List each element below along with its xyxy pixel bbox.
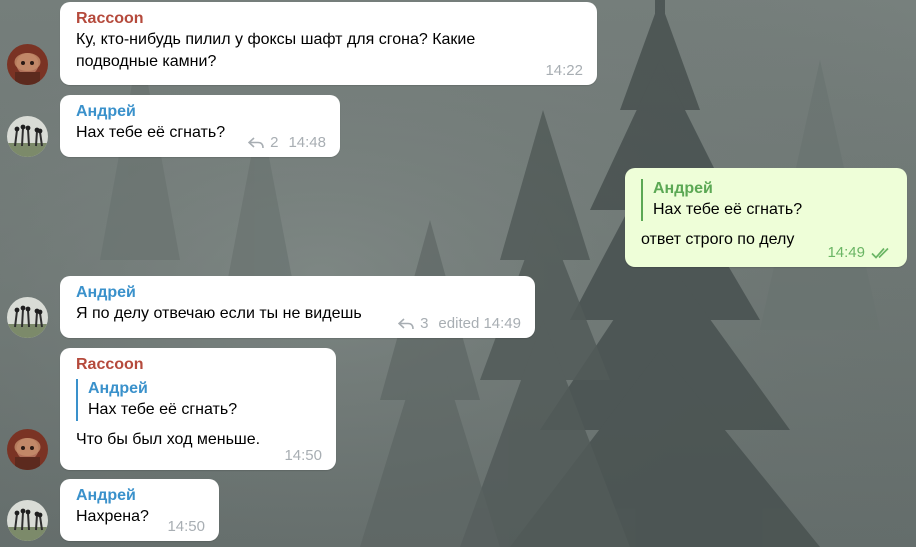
message-bubble[interactable]: Андрей Нахрена? 14:50 <box>60 479 219 541</box>
message-meta: 14:50 <box>284 447 322 464</box>
message-meta: 2 14:48 <box>248 134 326 151</box>
avatar[interactable] <box>7 429 48 470</box>
quote-sender: Андрей <box>653 180 713 197</box>
message-bubble[interactable]: Андрей Я по делу отвечаю если ты не виде… <box>60 276 535 338</box>
sender-name[interactable]: Андрей <box>76 102 326 122</box>
avatar[interactable] <box>7 500 48 541</box>
message-time: edited 14:49 <box>438 315 521 332</box>
message-bubble[interactable]: Raccoon Ку, кто-нибудь пилил у фоксы шаф… <box>60 2 597 85</box>
message-meta: 3 edited 14:49 <box>398 315 521 332</box>
reply-count[interactable]: 2 <box>270 134 278 151</box>
quote-text: Нах тебе её сгнать? <box>88 401 238 418</box>
message-time: 14:50 <box>167 518 205 535</box>
reply-quote[interactable]: Андрей Нах тебе её сгнать? <box>76 379 322 421</box>
sender-name[interactable]: Андрей <box>76 486 205 506</box>
reply-quote[interactable]: Андрей Нах тебе её сгнать? <box>641 179 893 221</box>
message-meta: 14:50 <box>167 518 205 535</box>
message-meta: 14:22 <box>545 62 583 79</box>
message-meta: 14:49 <box>827 244 893 261</box>
outgoing-message-bubble[interactable]: Андрей Нах тебе её сгнать? ответ строго … <box>625 168 907 267</box>
message-time: 14:48 <box>288 134 326 151</box>
reply-icon[interactable] <box>248 136 264 149</box>
message-time: 14:49 <box>827 244 865 261</box>
reply-icon[interactable] <box>398 317 414 330</box>
sender-name[interactable]: Андрей <box>76 283 521 303</box>
avatar[interactable] <box>7 116 48 157</box>
reply-count[interactable]: 3 <box>420 315 428 332</box>
message-time: 14:50 <box>284 447 322 464</box>
avatar[interactable] <box>7 297 48 338</box>
avatar[interactable] <box>7 44 48 85</box>
sender-name[interactable]: Raccoon <box>76 355 322 375</box>
message-text: Ку, кто-нибудь пилил у фоксы шафт для сг… <box>76 31 476 70</box>
sender-name[interactable]: Raccoon <box>76 9 583 29</box>
message-time: 14:22 <box>545 62 583 79</box>
message-bubble[interactable]: Raccoon Андрей Нах тебе её сгнать? Что б… <box>60 348 336 470</box>
double-check-icon <box>871 247 889 259</box>
quote-text: Нах тебе её сгнать? <box>653 201 803 218</box>
quote-sender: Андрей <box>88 380 148 397</box>
message-bubble[interactable]: Андрей Нах тебе её сгнать? 2 14:48 <box>60 95 340 157</box>
